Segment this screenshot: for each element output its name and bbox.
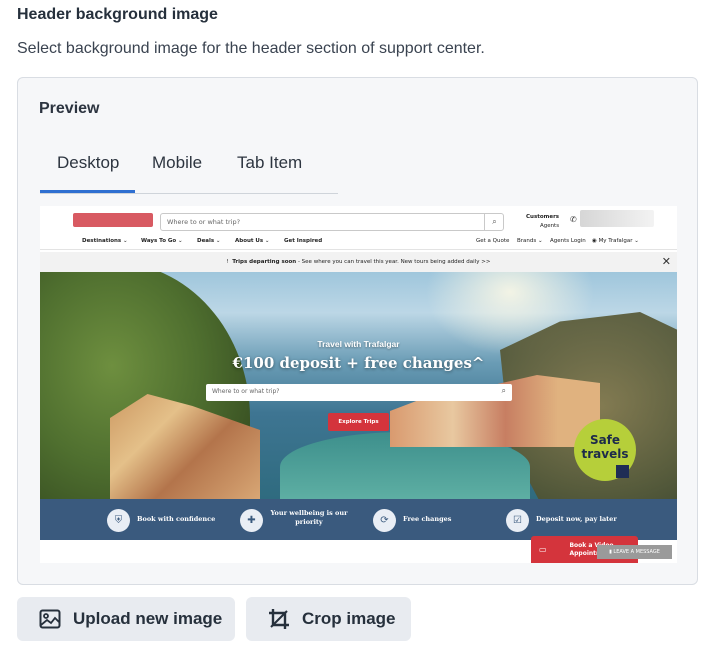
site-nav-my-trafalgar: ◉ My Trafalgar ⌄ (592, 238, 639, 244)
refresh-icon: ⟳ (373, 509, 396, 532)
banner-text: - See where you can travel this year. Ne… (296, 259, 491, 265)
site-nav-quote: Get a Quote (476, 238, 510, 244)
section-description: Select background image for the header s… (17, 40, 485, 57)
site-nav-destinations: Destinations ⌄ (82, 238, 128, 244)
crop-icon (269, 609, 289, 629)
preview-tabs: Desktop Mobile Tab Item (40, 150, 338, 194)
hero-image: Travel with Trafalgar €100 deposit + fre… (40, 272, 677, 499)
upload-image-label: Upload new image (73, 609, 223, 628)
trust-deposit: Deposit now, pay later (536, 515, 617, 523)
image-icon (39, 609, 61, 629)
alert-icon: ! (226, 259, 229, 265)
site-nav-ways: Ways To Go ⌄ (141, 238, 183, 244)
active-tab-indicator (40, 190, 135, 193)
announcement-banner: ! Trips departing soon - See where you c… (40, 252, 677, 272)
preview-title: Preview (39, 100, 100, 117)
tab-tab-item[interactable]: Tab Item (237, 153, 302, 173)
site-logo (73, 213, 153, 227)
hero-headline: €100 deposit + free changes^ (232, 354, 485, 372)
tab-desktop[interactable]: Desktop (57, 153, 119, 173)
crop-image-label: Crop image (302, 609, 396, 628)
agents-label: Agents (539, 223, 560, 229)
search-icon: ⌕ (501, 386, 506, 395)
hero-kicker: Travel with Trafalgar (317, 339, 400, 349)
video-icon: ▭ (539, 545, 547, 554)
phone-number-redacted (580, 210, 654, 227)
hero-town-right (390, 375, 600, 447)
site-nav-agents-login: Agents Login (550, 238, 586, 244)
site-nav-inspired: Get Inspired (284, 238, 323, 244)
phone-icon: ✆ (570, 215, 577, 224)
checkbox-icon: ☑ (506, 509, 529, 532)
safe-travels-logo (616, 465, 629, 478)
trust-book-confidence: Book with confidence (137, 515, 216, 523)
crop-image-button[interactable]: Crop image (246, 597, 411, 641)
hero-search-input: Where to or what trip? ⌕ (206, 384, 512, 401)
upload-image-button[interactable]: Upload new image (17, 597, 235, 641)
header-image-preview: Where to or what trip? ⌕ Customers Agent… (40, 206, 677, 563)
trust-wellbeing: Your wellbeing is our priority (270, 509, 348, 526)
section-title: Header background image (17, 6, 218, 23)
shield-icon: ⛨ (107, 509, 130, 532)
close-icon: ✕ (661, 255, 671, 268)
customers-label: Customers (526, 214, 560, 220)
trust-bar: ⛨ Book with confidence ✚ Your wellbeing … (40, 499, 677, 540)
site-search-input: Where to or what trip? (160, 213, 504, 231)
banner-bold: Trips departing soon (232, 259, 297, 265)
wellbeing-icon: ✚ (240, 509, 263, 532)
site-nav-about: About Us ⌄ (235, 238, 270, 244)
tab-mobile[interactable]: Mobile (152, 153, 202, 173)
site-nav-deals: Deals ⌄ (197, 238, 221, 244)
leave-message-tab: ▮ LEAVE A MESSAGE (597, 545, 672, 559)
site-nav-brands: Brands ⌄ (517, 238, 543, 244)
customer-links: Customers Agents (526, 213, 559, 231)
preview-card: Preview Desktop Mobile Tab Item Where to… (17, 77, 698, 585)
site-header: Where to or what trip? ⌕ Customers Agent… (40, 206, 677, 250)
trust-free-changes: Free changes (403, 515, 452, 523)
site-search-icon: ⌕ (484, 213, 504, 231)
explore-trips-button: Explore Trips (328, 413, 389, 431)
